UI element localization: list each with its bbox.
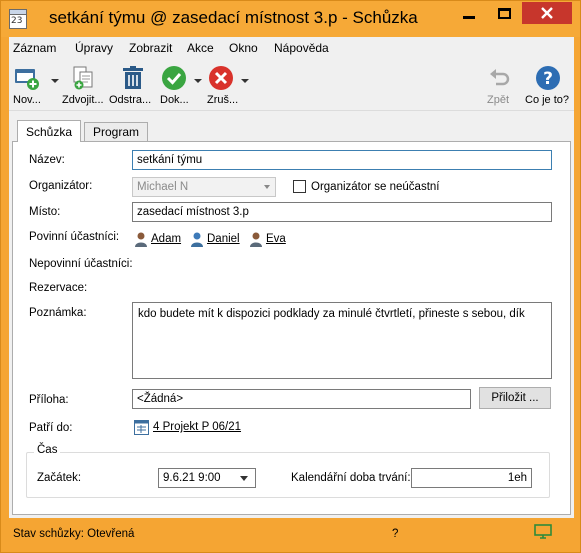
tab-program[interactable]: Program xyxy=(84,122,149,141)
menu-zaznam[interactable]: Záznam xyxy=(13,41,56,55)
organizer-select[interactable]: Michael N xyxy=(132,177,276,197)
question-mark-icon: ? xyxy=(536,66,560,90)
organizer-absent-checkbox[interactable] xyxy=(293,180,306,193)
cancel-meeting-button[interactable]: Zruš... xyxy=(205,61,251,109)
monitor-icon xyxy=(534,524,552,539)
start-select[interactable]: 9.6.21 9:00 xyxy=(158,468,256,488)
cancel-x-icon xyxy=(209,66,233,90)
time-group-title: Čas xyxy=(34,444,61,456)
help-button[interactable]: ? Co je to? xyxy=(523,61,571,109)
place-field[interactable]: zasedací místnost 3.p xyxy=(132,202,552,222)
start-value: 9.6.21 9:00 xyxy=(163,472,221,484)
required-participants-list: Adam Daniel Eva xyxy=(134,230,334,248)
attach-button[interactable]: Přiložit ... xyxy=(479,387,551,409)
organizer-value: Michael N xyxy=(137,181,189,193)
maximize-button[interactable] xyxy=(487,2,521,24)
note-textarea[interactable]: kdo budete mít k dispozici podklady za m… xyxy=(132,302,552,379)
organizer-label: Organizátor: xyxy=(29,180,93,192)
new-dropdown-arrow-icon[interactable] xyxy=(51,79,59,83)
participant-adam[interactable]: Adam xyxy=(134,230,181,248)
minimize-button[interactable] xyxy=(452,2,486,24)
done-button[interactable]: Dok... xyxy=(158,61,204,109)
duration-field[interactable]: 1eh xyxy=(411,468,532,488)
start-dropdown-icon xyxy=(240,476,248,481)
person-icon xyxy=(191,232,203,247)
trash-icon xyxy=(123,66,143,89)
delete-button[interactable]: Odstra... xyxy=(109,61,157,109)
meeting-panel: Název: setkání týmu Organizátor: Michael… xyxy=(12,141,571,515)
svg-text:?: ? xyxy=(543,69,553,89)
duplicate-icon xyxy=(73,66,93,90)
status-bar: Stav schůzky: Otevřená ? xyxy=(9,518,574,546)
required-participants-label: Povinní účastníci: xyxy=(29,231,120,243)
undo-icon xyxy=(490,69,510,86)
organizer-dropdown-icon xyxy=(264,185,270,189)
toolbar: Nov... Zdvojit... Odstra... Dok... Zruš.… xyxy=(9,57,574,111)
project-icon xyxy=(134,419,149,435)
new-button[interactable]: Nov... xyxy=(13,61,59,109)
client-area: Záznam Úpravy Zobrazit Akce Okno Nápověd… xyxy=(9,37,574,546)
menu-okno[interactable]: Okno xyxy=(229,41,258,55)
note-label: Poznámka: xyxy=(29,307,87,319)
name-label: Název: xyxy=(29,154,65,166)
belongs-to-link[interactable]: 4 Projekt P 06/21 xyxy=(134,418,241,436)
meeting-window: 23 setkání týmu @ zasedací místnost 3.p … xyxy=(0,0,581,553)
person-icon xyxy=(135,232,147,247)
status-help-mark: ? xyxy=(392,528,399,540)
maximize-icon xyxy=(497,7,511,19)
menu-akce[interactable]: Akce xyxy=(187,41,214,55)
tab-strip: Schůzka Program xyxy=(9,120,574,142)
duration-label: Kalendářní doba trvání: xyxy=(291,472,411,484)
calendar-app-icon: 23 xyxy=(9,9,27,29)
check-icon xyxy=(162,66,186,90)
close-icon xyxy=(541,7,553,19)
done-dropdown-arrow-icon[interactable] xyxy=(194,79,202,83)
reservation-label: Rezervace: xyxy=(29,282,88,294)
undo-button[interactable]: Zpět xyxy=(483,61,515,109)
title-bar[interactable]: 23 setkání týmu @ zasedací místnost 3.p … xyxy=(1,1,580,37)
menu-upravy[interactable]: Úpravy xyxy=(75,41,113,55)
duplicate-button[interactable]: Zdvojit... xyxy=(61,61,109,109)
name-field[interactable]: setkání týmu xyxy=(132,150,552,170)
status-text: Stav schůzky: Otevřená xyxy=(13,528,135,540)
tab-schuzka[interactable]: Schůzka xyxy=(17,120,82,142)
optional-participants-label: Nepovinní účastníci: xyxy=(29,258,133,270)
minimize-icon xyxy=(463,15,475,19)
cancel-dropdown-arrow-icon[interactable] xyxy=(241,79,249,83)
participant-daniel[interactable]: Daniel xyxy=(190,230,240,248)
person-icon xyxy=(250,232,262,247)
new-record-icon xyxy=(15,69,39,90)
participant-eva[interactable]: Eva xyxy=(249,230,286,248)
menu-zobrazit[interactable]: Zobrazit xyxy=(129,41,172,55)
menu-bar: Záznam Úpravy Zobrazit Akce Okno Nápověd… xyxy=(9,37,574,57)
menu-napoveda[interactable]: Nápověda xyxy=(274,41,329,55)
place-label: Místo: xyxy=(29,206,61,218)
window-title: setkání týmu @ zasedací místnost 3.p - S… xyxy=(49,8,418,27)
attachment-label: Příloha: xyxy=(29,394,69,406)
attachment-field[interactable]: <Žádná> xyxy=(132,389,471,409)
start-label: Začátek: xyxy=(37,472,82,484)
organizer-absent-label: Organizátor se neúčastní xyxy=(311,181,440,193)
belongs-to-label: Patří do: xyxy=(29,422,73,434)
close-button[interactable] xyxy=(522,2,572,24)
